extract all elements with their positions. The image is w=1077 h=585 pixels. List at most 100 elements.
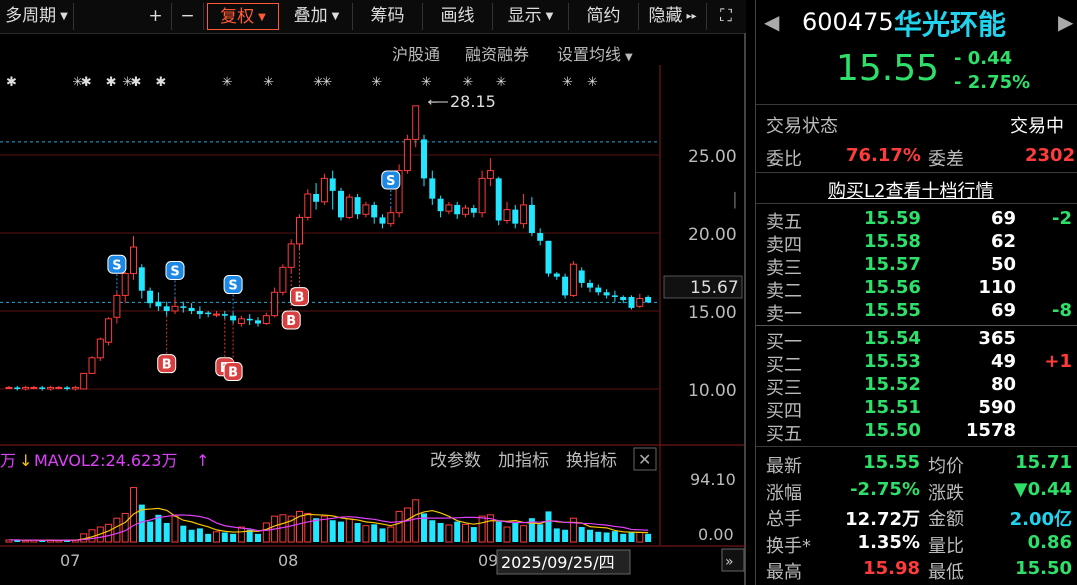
- volume-bar: [412, 499, 420, 543]
- level-label: 卖一: [766, 304, 802, 325]
- chevron-down-icon: ▼: [331, 11, 340, 22]
- vol-tick-top: 94.10: [690, 470, 736, 489]
- cursor-date: 2025/09/25/四: [501, 553, 615, 572]
- volume-bar: [362, 525, 370, 543]
- candle-body: [88, 357, 96, 374]
- candle-body: [437, 198, 444, 212]
- candle-body: [30, 386, 38, 389]
- event-marker-icon: ✳: [321, 75, 332, 90]
- stat-value: -2.75%: [850, 478, 920, 500]
- volume-bar: [403, 507, 411, 543]
- candle-body: [304, 193, 312, 218]
- event-marker-icon: ✱: [155, 75, 166, 90]
- fullscreen-button[interactable]: ⛶: [708, 3, 744, 30]
- candle-body: [429, 178, 436, 199]
- volume-bar: [603, 532, 610, 542]
- xianshi-dropdown[interactable]: 显示 ▼: [493, 3, 569, 30]
- next-stock-icon[interactable]: ▶: [1058, 10, 1073, 34]
- double-right-icon: ▸▸: [686, 11, 697, 22]
- volume-bar: [553, 528, 560, 542]
- candle-body: [421, 139, 427, 179]
- diejia-dropdown[interactable]: 叠加 ▼: [281, 3, 353, 30]
- candle-body: [113, 294, 121, 318]
- candle-body: [320, 177, 328, 203]
- volume-bar: [445, 524, 453, 543]
- volume-bar: [545, 511, 552, 542]
- huanzhibiao-button[interactable]: 换指标: [566, 451, 617, 471]
- volume-bar: [569, 517, 577, 543]
- volume-bar: [313, 518, 320, 542]
- yincang-button[interactable]: 隐藏 ▸▸: [639, 3, 707, 30]
- volume-bar: [262, 522, 270, 543]
- stat-label: 最低: [928, 562, 964, 583]
- gaicanshu-button[interactable]: 改参数: [430, 451, 481, 471]
- candle-body: [14, 387, 21, 389]
- candle-body: [636, 298, 644, 307]
- volume-bar: [180, 525, 187, 542]
- stat-label: 换手*: [766, 535, 811, 557]
- kline-chart[interactable]: SSSSBBBBB ✱✳✱✱✳✱✱✳✳✳✳✳✳✳✳✳✳ 28.15 ← 25.0…: [0, 33, 746, 585]
- jiazhibiao-button[interactable]: 加指标: [498, 451, 549, 471]
- stat-value: 15.55: [863, 452, 920, 473]
- level-volume: 49: [990, 351, 1016, 372]
- divider: [756, 325, 1077, 326]
- mavol1-prefix: 万: [0, 451, 16, 470]
- prev-stock-icon[interactable]: ◀: [764, 10, 779, 34]
- candle-body: [22, 386, 30, 390]
- level-label: 买五: [766, 424, 802, 445]
- volume-bar: [437, 522, 444, 542]
- diejia-label: 叠加: [293, 6, 328, 26]
- level-price: 15.52: [864, 374, 921, 395]
- buy-marker-label: B: [162, 358, 172, 373]
- huaxian-button[interactable]: 画线: [423, 3, 493, 30]
- panel-handle-top: ▏: [733, 191, 745, 209]
- candle-body: [595, 287, 602, 293]
- arrow-up-icon: ↑: [196, 451, 209, 470]
- volume-bar: [171, 515, 179, 543]
- event-marker-icon: ✳: [371, 75, 382, 90]
- stock-name: 华光环能: [894, 8, 1007, 41]
- level-price: 15.56: [864, 277, 921, 298]
- stat-value: 0.86: [1027, 531, 1072, 553]
- level-volume: 69: [990, 300, 1016, 321]
- chevron-down-icon: ▼: [60, 11, 68, 22]
- period-dropdown[interactable]: 多周期 ▼: [0, 3, 74, 30]
- candle-body: [587, 282, 593, 288]
- l2-upgrade-link[interactable]: 购买L2查看十档行情: [828, 177, 993, 203]
- stat-value: 15.71: [1015, 452, 1072, 473]
- period-label: 多周期: [5, 6, 57, 26]
- stock-code: 600475: [802, 8, 894, 36]
- jianjie-button[interactable]: 简约: [569, 3, 639, 30]
- mavol2-label: MAVOL2:24.623万: [34, 451, 177, 470]
- price-change: - 0.44: [954, 48, 1013, 69]
- candle-body: [470, 208, 477, 213]
- volume-bar: [155, 514, 162, 542]
- volume-bar: [620, 533, 627, 542]
- current-price-tag: 15.67: [690, 278, 739, 298]
- volume-bar: [462, 523, 469, 543]
- candle-body: [163, 306, 170, 311]
- zoom-out-button[interactable]: −: [172, 3, 204, 30]
- status-label: 交易状态: [766, 116, 838, 137]
- volume-bars: [5, 487, 652, 543]
- xianshi-label: 显示: [507, 6, 542, 26]
- volume-bar: [188, 529, 195, 542]
- zoom-in-button[interactable]: +: [140, 3, 172, 30]
- sell-marker-label: S: [228, 279, 237, 294]
- candle-body: [279, 266, 287, 293]
- level-price: 15.57: [864, 254, 921, 275]
- level-price: 15.54: [864, 328, 921, 349]
- fuquan-dropdown[interactable]: 复权 ▼: [207, 3, 279, 30]
- candle-body: [379, 217, 386, 224]
- weibi-value: 76.17%: [846, 145, 921, 166]
- candle-body: [71, 386, 79, 390]
- level-price: 15.55: [864, 300, 921, 321]
- arrow-down-icon: ↓: [19, 451, 32, 470]
- chouma-button[interactable]: 筹码: [353, 3, 423, 30]
- jianjie-label: 简约: [586, 6, 621, 26]
- volume-bar: [230, 533, 237, 542]
- level-price: 15.50: [864, 420, 921, 441]
- stat-value: ▼0.44: [1013, 478, 1072, 500]
- sell-marker-label: S: [386, 174, 395, 189]
- candle-body: [64, 387, 71, 389]
